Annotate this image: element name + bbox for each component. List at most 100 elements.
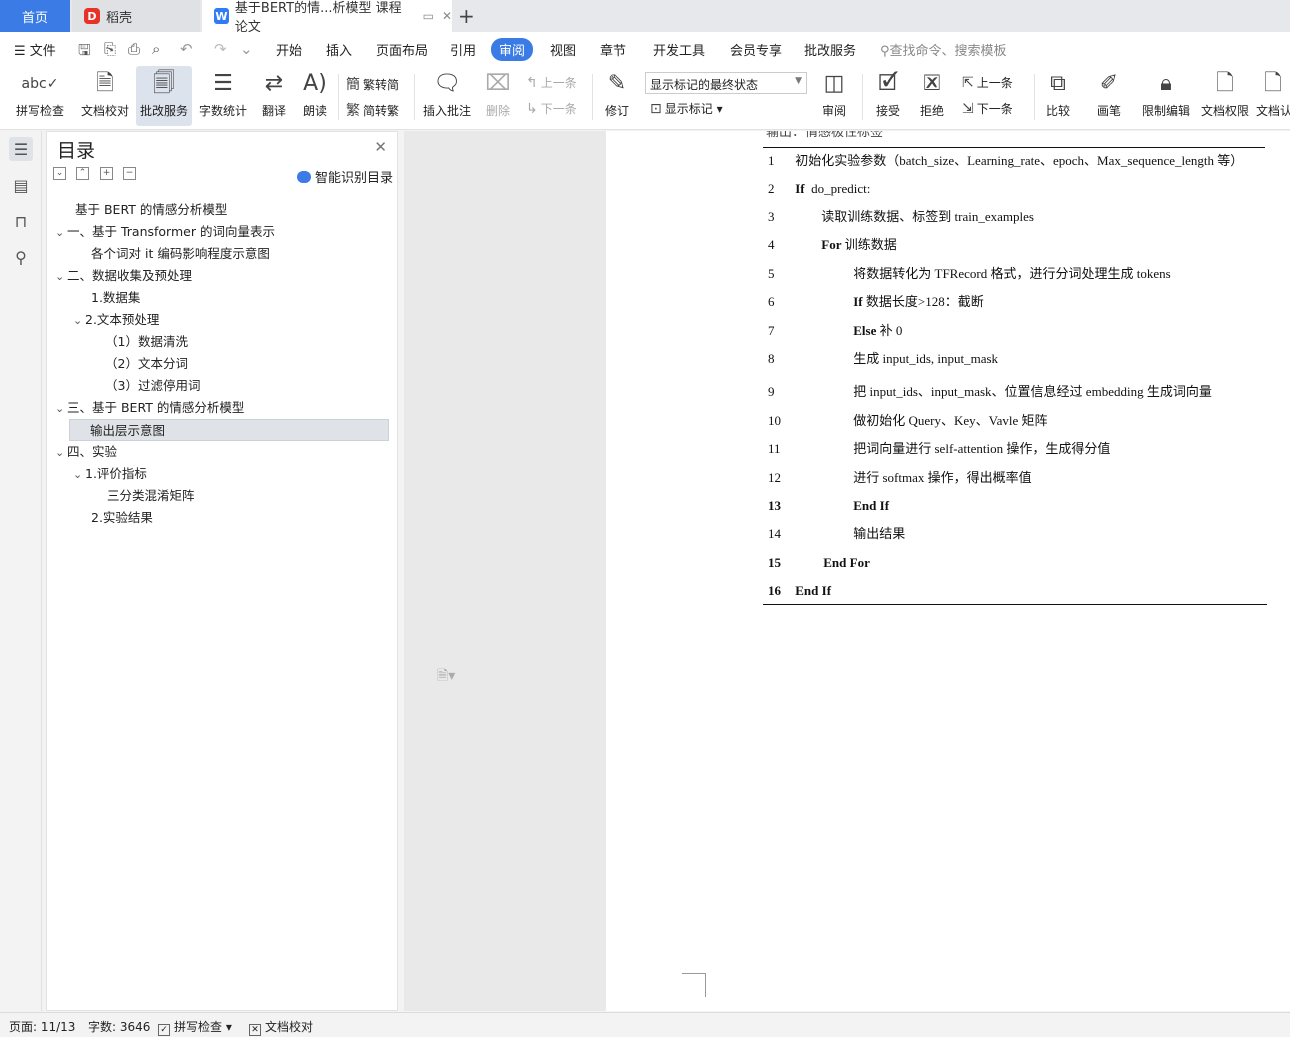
markup-state-select[interactable]: 显示标记的最终状态 ▼ xyxy=(645,72,807,94)
menu-insert[interactable]: 插入 xyxy=(326,40,352,59)
chapter-nav-icon[interactable]: ▤ xyxy=(9,173,33,197)
toc-item[interactable]: ⌄ 三、基于 BERT 的情感分析模型 xyxy=(55,397,389,419)
collapse-all-icon[interactable]: ⌄ xyxy=(53,167,66,180)
expand-all-icon[interactable]: ⌃ xyxy=(76,167,89,180)
restrict-edit-label: 限制编辑 xyxy=(1141,104,1190,118)
print-preview-icon[interactable]: ⌕ xyxy=(152,40,160,58)
toc-item[interactable]: ⌄ 四、实验 xyxy=(55,441,389,463)
algo-line: 16 End If xyxy=(768,581,831,601)
tab-daoke[interactable]: D 稻壳 xyxy=(72,0,200,32)
toc-item[interactable]: 2.实验结果 xyxy=(55,507,389,529)
spell-check-button[interactable]: abc✓ 拼写检查 xyxy=(8,66,72,126)
document-page[interactable]: 输出：情感极性标签 1 初始化实验参数（batch_size、Learning_… xyxy=(606,131,1290,1011)
tab-restore-icon[interactable]: ▭ xyxy=(423,9,434,23)
toc-icon[interactable]: ☰ xyxy=(9,137,33,161)
line-text: 读取训练数据、标签到 train_examples xyxy=(821,209,1034,224)
status-spell-check[interactable]: ✓ 拼写检查 ▾ xyxy=(158,1018,232,1036)
add-heading-icon[interactable]: + xyxy=(100,167,113,180)
export-pdf-icon[interactable]: ⎘ xyxy=(104,40,116,58)
word-count-indicator[interactable]: 字数: 3646 xyxy=(88,1018,150,1035)
status-doc-proof[interactable]: ✕ 文档校对 xyxy=(249,1018,313,1036)
pen-button[interactable]: ✐ 画笔 xyxy=(1090,66,1128,126)
chevron-down-icon[interactable]: ⌄ xyxy=(73,464,85,486)
ai-bot-icon xyxy=(296,171,311,183)
more-icon[interactable]: ⌄ xyxy=(240,40,253,58)
toc-item[interactable]: 三分类混淆矩阵 xyxy=(55,485,389,507)
prev-comment-button[interactable]: ↰ 上一条 xyxy=(526,74,577,91)
chevron-down-icon[interactable]: ⌄ xyxy=(55,266,67,288)
simp-to-trad-button[interactable]: 繁简转繁 xyxy=(346,100,399,120)
status-bar: 页面: 11/13 字数: 3646 ✓ 拼写检查 ▾ ✕ 文档校对 xyxy=(0,1012,1290,1037)
doc-cut-button[interactable]: 🗋 文档认 xyxy=(1256,66,1290,126)
table-bottom-rule xyxy=(763,604,1267,605)
chevron-down-icon[interactable]: ⌄ xyxy=(55,222,67,244)
next-comment-button[interactable]: ↳ 下一条 xyxy=(526,100,577,117)
doc-permission-label: 文档权限 xyxy=(1200,104,1249,118)
toc-item[interactable]: ⌄ 一、基于 Transformer 的词向量表示 xyxy=(55,221,389,243)
page-indicator[interactable]: 页面: 11/13 xyxy=(9,1018,75,1035)
word-count-button[interactable]: ☰ 字数统计 xyxy=(196,66,250,126)
print-icon[interactable]: ⎙ xyxy=(128,40,140,58)
toc-item[interactable]: ⌄ 1.评价指标 xyxy=(55,463,389,485)
doc-proof-button[interactable]: 🗎 文档校对 xyxy=(76,66,134,126)
menu-developer[interactable]: 开发工具 xyxy=(653,40,705,59)
prev-change-button[interactable]: ⇱ 上一条 xyxy=(962,74,1013,91)
insert-comment-button[interactable]: 🗨 插入批注 xyxy=(420,66,474,126)
ribbon-divider xyxy=(592,74,593,120)
toc-item[interactable]: ⌄ 二、数据收集及预处理 xyxy=(55,265,389,287)
remove-heading-icon[interactable]: − xyxy=(123,167,136,180)
file-menu[interactable]: ☰ 文件 xyxy=(14,40,56,59)
tab-document[interactable]: W 基于BERT的情...析模型 课程论文 ▭ ✕ xyxy=(202,0,452,35)
save-icon[interactable]: 🖫 xyxy=(78,40,91,65)
tab-home[interactable]: 首页 xyxy=(0,0,70,32)
menu-member[interactable]: 会员专享 xyxy=(730,40,782,59)
bookmark-icon[interactable]: ⊓ xyxy=(9,209,33,233)
menu-review[interactable]: 审阅 xyxy=(491,38,534,61)
line-keyword: For xyxy=(821,237,842,252)
menu-chapter[interactable]: 章节 xyxy=(600,40,626,59)
doc-permission-button[interactable]: 🗋 文档权限 xyxy=(1198,66,1252,126)
reject-button[interactable]: 🗷 拒绝 xyxy=(912,66,952,126)
trad-to-simp-button[interactable]: 簡繁转简 xyxy=(346,74,399,94)
revise-label: 修订 xyxy=(604,104,629,118)
algo-line: 11 把词向量进行 self-attention 操作，生成得分值 xyxy=(768,439,1110,459)
toc-item-selected[interactable]: 输出层示意图 xyxy=(69,419,389,441)
close-tab-icon[interactable]: ✕ xyxy=(442,9,452,23)
toc-item[interactable]: ⌄ 2.文本预处理 xyxy=(55,309,389,331)
menu-page-layout[interactable]: 页面布局 xyxy=(376,40,428,59)
undo-icon[interactable]: ↶ xyxy=(180,40,193,58)
menu-view[interactable]: 视图 xyxy=(550,40,576,59)
review-pane-button[interactable]: ◫ 审阅 xyxy=(814,66,854,126)
toc-item[interactable]: 各个词对 it 编码影响程度示意图 xyxy=(55,243,389,265)
compare-button[interactable]: ⧉ 比较 xyxy=(1038,66,1078,126)
toc-item[interactable]: 基于 BERT 的情感分析模型 xyxy=(55,199,389,221)
redo-icon[interactable]: ↷ xyxy=(214,40,227,58)
menu-start[interactable]: 开始 xyxy=(276,40,302,59)
review-service-button[interactable]: 🗐 批改服务 xyxy=(136,66,192,126)
menu-reference[interactable]: 引用 xyxy=(450,40,476,59)
menu-review-service[interactable]: 批改服务 xyxy=(804,40,856,59)
toc-item[interactable]: 1.数据集 xyxy=(55,287,389,309)
close-icon[interactable]: ✕ xyxy=(374,138,387,156)
accept-button[interactable]: 🗹 接受 xyxy=(868,66,908,126)
paste-options-icon[interactable]: 🗎▾ xyxy=(437,665,455,689)
chevron-down-icon[interactable]: ⌄ xyxy=(55,442,67,464)
translate-button[interactable]: ⇄ 翻译 xyxy=(254,66,294,126)
add-tab-icon[interactable]: + xyxy=(458,4,475,28)
next-change-button[interactable]: ⇲ 下一条 xyxy=(962,100,1013,117)
toc-item[interactable]: （1）数据清洗 xyxy=(55,331,389,353)
read-aloud-button[interactable]: A) 朗读 xyxy=(298,66,332,126)
toc-item[interactable]: （3）过滤停用词 xyxy=(55,375,389,397)
line-keyword: If xyxy=(795,181,805,196)
smart-toc-button[interactable]: 智能识别目录 xyxy=(296,167,393,186)
delete-comment-button[interactable]: ⌧ 删除 xyxy=(478,66,518,126)
restrict-edit-button[interactable]: 🔒︎ 限制编辑 xyxy=(1138,66,1194,126)
search-nav-icon[interactable]: ⚲ xyxy=(9,245,33,269)
toc-item[interactable]: （2）文本分词 xyxy=(55,353,389,375)
command-search[interactable]: ⚲查找命令、搜索模板 xyxy=(880,40,1007,59)
next-change-icon: ⇲ xyxy=(962,101,974,117)
show-markup-button[interactable]: ⊡ 显示标记 ▾ xyxy=(650,100,723,117)
chevron-down-icon[interactable]: ⌄ xyxy=(55,398,67,420)
revise-button[interactable]: ✎ 修订 xyxy=(598,66,636,126)
chevron-down-icon[interactable]: ⌄ xyxy=(73,310,85,332)
